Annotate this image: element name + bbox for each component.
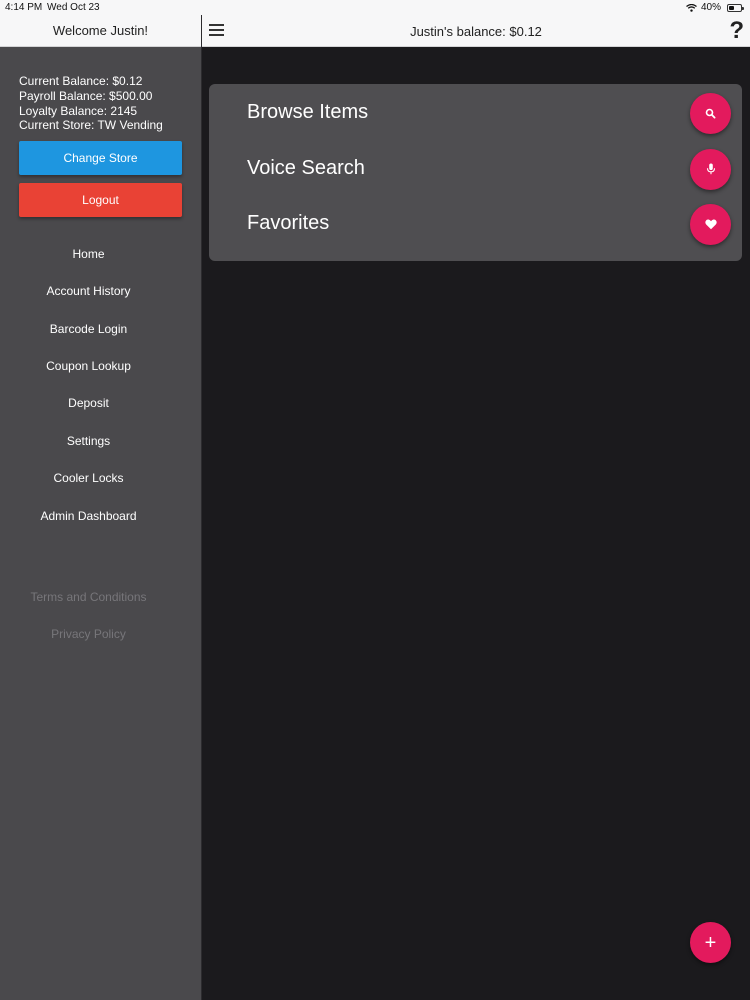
status-time: 4:14 PM — [5, 2, 43, 13]
microphone-icon — [706, 163, 715, 175]
battery-icon — [727, 3, 744, 12]
sidebar-welcome: Welcome Justin! — [0, 15, 201, 47]
sidebar-item-cooler-locks[interactable]: Cooler Locks — [0, 460, 201, 497]
balance-title: Justin's balance: $0.12 — [410, 23, 542, 39]
add-button[interactable]: + — [690, 922, 731, 963]
terms-link[interactable]: Terms and Conditions — [0, 578, 201, 615]
current-balance: Current Balance: $0.12 — [19, 74, 143, 88]
balance-info: Current Balance: $0.12 Payroll Balance: … — [0, 47, 201, 133]
status-bar: 4:14 PM Wed Oct 23 40% — [0, 0, 750, 15]
browse-items-button[interactable] — [690, 93, 731, 134]
current-store: Current Store: TW Vending — [19, 118, 163, 133]
privacy-link[interactable]: Privacy Policy — [0, 616, 201, 653]
help-icon[interactable]: ? — [729, 17, 744, 45]
battery-fill — [729, 5, 735, 10]
status-indicators: 40% — [686, 2, 744, 13]
battery-percent: 40% — [700, 2, 721, 13]
quick-actions-card: Browse Items Voice Search Favorites — [209, 84, 742, 261]
wifi-icon — [686, 3, 697, 12]
sidebar-item-settings[interactable]: Settings — [0, 422, 201, 459]
plus-icon: + — [704, 931, 717, 954]
loyalty-balance: Loyalty Balance: 2145 — [19, 103, 138, 118]
voice-search-label: Voice Search — [247, 156, 365, 179]
sidebar-item-deposit[interactable]: Deposit — [0, 385, 201, 422]
search-icon — [705, 108, 716, 119]
favorites-row[interactable]: Favorites — [209, 196, 742, 252]
top-bar: Justin's balance: $0.12 ? — [202, 15, 750, 47]
sidebar-item-coupon-lookup[interactable]: Coupon Lookup — [0, 347, 201, 384]
sidebar-menu: Home Account History Barcode Login Coupo… — [0, 235, 201, 534]
sidebar-item-barcode-login[interactable]: Barcode Login — [0, 310, 201, 347]
favorites-button[interactable] — [690, 204, 731, 245]
sidebar-item-admin-dashboard[interactable]: Admin Dashboard — [0, 497, 201, 534]
payroll-balance: Payroll Balance: $500.00 — [19, 88, 153, 103]
legal-links: Terms and Conditions Privacy Policy — [0, 578, 201, 653]
status-date: Wed Oct 23 — [47, 2, 100, 13]
sidebar-item-home[interactable]: Home — [0, 235, 201, 272]
sidebar-item-account-history[interactable]: Account History — [0, 273, 201, 310]
logout-button[interactable]: Logout — [19, 183, 182, 218]
voice-search-button[interactable] — [690, 148, 731, 190]
change-store-button[interactable]: Change Store — [19, 141, 182, 176]
browse-items-row[interactable]: Browse Items — [209, 85, 742, 141]
sidebar-divider — [201, 15, 202, 1000]
favorites-label: Favorites — [247, 212, 330, 235]
heart-icon — [704, 219, 717, 230]
voice-search-row[interactable]: Voice Search — [209, 141, 742, 197]
sidebar: Welcome Justin! Current Balance: $0.12 P… — [0, 15, 201, 1000]
browse-items-label: Browse Items — [247, 101, 369, 124]
